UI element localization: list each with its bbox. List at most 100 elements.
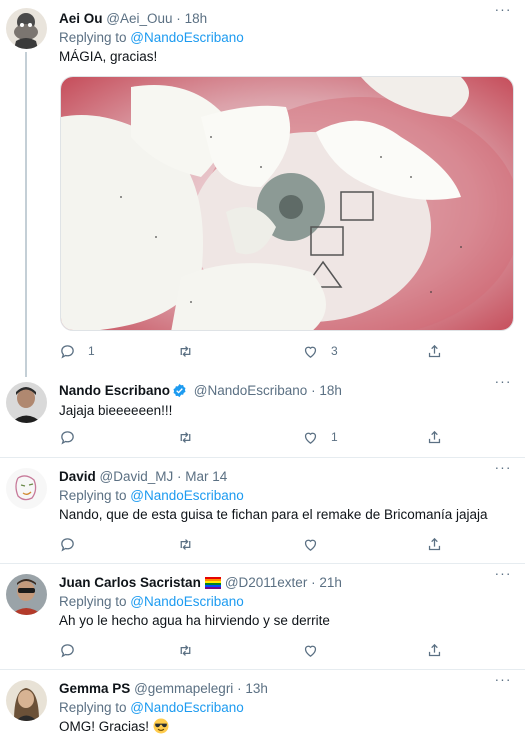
timestamp[interactable]: Mar 14	[185, 469, 227, 484]
share-button[interactable]	[426, 640, 443, 660]
share-button[interactable]	[426, 341, 443, 361]
retweet-button[interactable]	[177, 427, 206, 447]
separator: ·	[176, 11, 181, 26]
tweet-actions	[59, 640, 459, 660]
retweet-button[interactable]	[177, 341, 206, 361]
share-icon	[428, 537, 441, 550]
tweet-gemma-ps[interactable]: Gemma PS @gemmapelegri · 13h Replying to…	[0, 670, 525, 745]
reply-icon	[61, 643, 74, 658]
like-button[interactable]	[302, 534, 319, 554]
tweet-text-row: OMG! Gracias!	[59, 718, 515, 736]
reply-icon	[61, 430, 74, 445]
smiling-face-with-sunglasses-emoji-icon	[153, 718, 169, 734]
replying-to-mention[interactable]: @NandoEscribano	[130, 594, 244, 609]
display-name[interactable]: Nando Escribano	[59, 383, 170, 398]
replying-to: Replying to @NandoEscribano	[59, 592, 515, 611]
tweet-david[interactable]: David @David_MJ · Mar 14 Replying to @Na…	[0, 458, 525, 564]
tweet-header: Nando Escribano @NandoEscribano · 18h	[59, 382, 515, 400]
like-button[interactable]: 3	[302, 341, 338, 361]
tweet-header: Aei Ou @Aei_Ouu · 18h	[59, 10, 515, 28]
thread-line	[25, 52, 27, 377]
avatar[interactable]	[6, 382, 47, 423]
timestamp[interactable]: 18h	[185, 11, 208, 26]
tweet-header: Juan Carlos Sacristan @D2011exter · 21h	[59, 574, 515, 592]
tweet-actions	[59, 534, 459, 554]
replying-to-mention[interactable]: @NandoEscribano	[130, 700, 244, 715]
replying-to-mention[interactable]: @NandoEscribano	[130, 488, 244, 503]
replying-to-prefix: Replying to	[59, 488, 131, 503]
share-button[interactable]	[426, 427, 443, 447]
rainbow-flag-icon	[204, 577, 221, 589]
verified-badge-icon	[173, 383, 186, 398]
separator: ·	[177, 469, 182, 484]
tweet-header: Gemma PS @gemmapelegri · 13h	[59, 680, 515, 698]
reply-button[interactable]: 1	[59, 341, 95, 361]
like-count: 1	[331, 430, 338, 444]
display-name[interactable]: Juan Carlos Sacristan	[59, 575, 201, 590]
reply-button[interactable]	[59, 427, 88, 447]
replying-to: Replying to @NandoEscribano	[59, 28, 515, 47]
tweet-nando-escribano[interactable]: Nando Escribano @NandoEscribano · 18h Ja…	[0, 372, 525, 458]
reply-button[interactable]	[59, 640, 76, 660]
replying-to-prefix: Replying to	[59, 700, 131, 715]
separator: ·	[237, 681, 242, 696]
heart-icon	[304, 346, 317, 358]
tweet-aei-ou[interactable]: Aei Ou @Aei_Ouu · 18h Replying to @Nando…	[0, 0, 525, 377]
more-icon[interactable]: ···	[493, 2, 513, 20]
more-icon[interactable]: ···	[493, 374, 513, 392]
avatar[interactable]	[6, 8, 47, 49]
timestamp[interactable]: 13h	[245, 681, 268, 696]
avatar[interactable]	[6, 574, 47, 615]
replying-to: Replying to @NandoEscribano	[59, 486, 515, 505]
retweet-button[interactable]	[177, 640, 194, 660]
like-button[interactable]: 1	[302, 427, 338, 447]
reply-icon	[61, 537, 74, 552]
more-icon[interactable]: ···	[493, 672, 513, 690]
more-icon[interactable]: ···	[493, 566, 513, 584]
retweet-button[interactable]	[177, 534, 194, 554]
tweet-text: Ah yo le hecho agua ha hirviendo y se de…	[59, 613, 330, 628]
share-icon	[428, 344, 441, 357]
tweet-text: Nando, que de esta guisa te fichan para …	[59, 507, 488, 522]
like-button[interactable]	[302, 640, 319, 660]
tweet-text: Jajaja bieeeeeen!!!	[59, 403, 173, 418]
replying-to-prefix: Replying to	[59, 30, 131, 45]
replying-to: Replying to @NandoEscribano	[59, 698, 515, 717]
separator: ·	[311, 575, 316, 590]
tweet-juan-carlos-sacristan[interactable]: Juan Carlos Sacristan @D2011exter · 21h …	[0, 564, 525, 670]
tweet-actions: 1	[59, 427, 459, 447]
share-button[interactable]	[426, 534, 443, 554]
heart-icon	[304, 432, 317, 444]
tweet-text: MÁGIA, gracias!	[59, 49, 158, 64]
replying-to-mention[interactable]: @NandoEscribano	[130, 30, 244, 45]
user-handle[interactable]: @gemmapelegri	[134, 681, 233, 696]
user-handle[interactable]: @Aei_Ouu	[106, 11, 172, 26]
reply-icon	[61, 344, 74, 359]
user-handle[interactable]: @NandoEscribano	[194, 383, 308, 398]
retweet-icon	[180, 431, 191, 443]
replying-to-prefix: Replying to	[59, 594, 131, 609]
retweet-icon	[180, 345, 191, 357]
more-icon[interactable]: ···	[493, 460, 513, 478]
retweet-icon	[180, 538, 191, 550]
reply-button[interactable]	[59, 534, 76, 554]
share-icon	[428, 430, 441, 443]
avatar[interactable]	[6, 468, 47, 509]
display-name[interactable]: Gemma PS	[59, 681, 130, 696]
tweet-photo[interactable]	[60, 76, 514, 331]
heart-icon	[304, 645, 317, 657]
avatar[interactable]	[6, 680, 47, 721]
like-count: 3	[331, 344, 338, 358]
timestamp[interactable]: 18h	[319, 383, 342, 398]
display-name[interactable]: Aei Ou	[59, 11, 103, 26]
separator: ·	[311, 383, 316, 398]
timestamp[interactable]: 21h	[319, 575, 342, 590]
tweet-text: OMG! Gracias!	[59, 719, 150, 734]
user-handle[interactable]: @David_MJ	[100, 469, 174, 484]
share-icon	[428, 643, 441, 656]
retweet-icon	[180, 644, 191, 656]
heart-icon	[304, 539, 317, 551]
user-handle[interactable]: @D2011exter	[225, 575, 308, 590]
display-name[interactable]: David	[59, 469, 96, 484]
tweet-header: David @David_MJ · Mar 14	[59, 468, 515, 486]
